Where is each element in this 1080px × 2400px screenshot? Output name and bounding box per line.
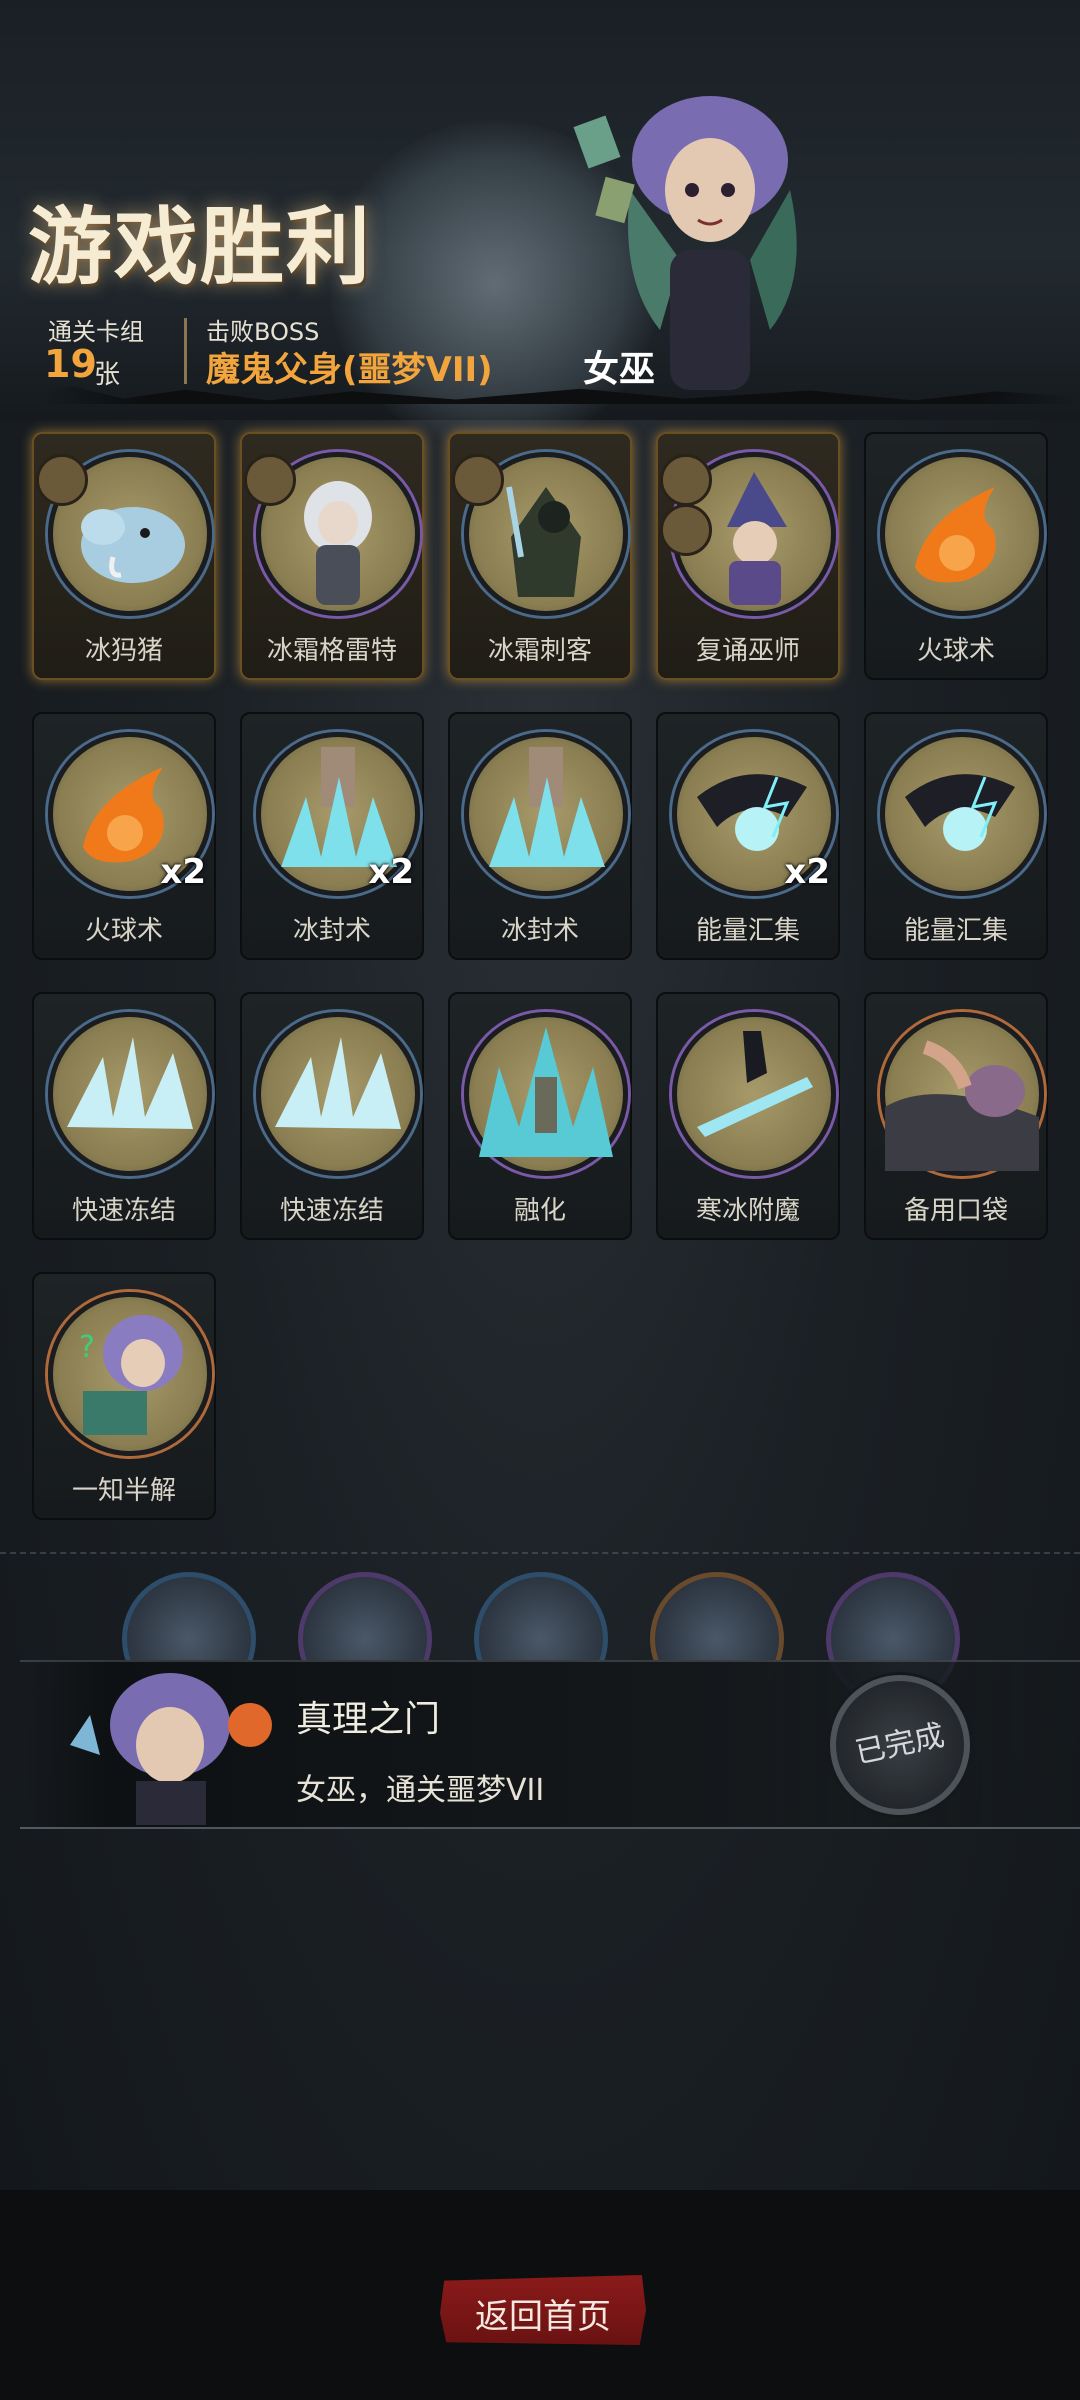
card-art-frame [880, 732, 1044, 896]
card-name: 能量汇集 [695, 916, 800, 946]
melt-icon [479, 1027, 613, 1157]
deck-card[interactable]: 快速冻结 [32, 992, 216, 1240]
rarity-gem-icon [36, 454, 88, 506]
deck-card[interactable]: 快速冻结 [240, 992, 424, 1240]
energy-gather-icon [905, 774, 1015, 851]
return-home-label: 返回首页 [475, 2297, 611, 2337]
deck-card[interactable]: 冰犸猪 [32, 432, 216, 680]
cards-unit: 张 [94, 360, 121, 390]
ice-enchant-icon [697, 1031, 813, 1137]
card-name: 寒冰附魔 [695, 1196, 800, 1226]
card-name: 备用口袋 [903, 1196, 1008, 1226]
deck-card[interactable]: 火球术 [864, 432, 1048, 680]
card-name: 一知半解 [71, 1476, 176, 1506]
card-name: 融化 [513, 1196, 566, 1226]
card-name: 快速冻结 [71, 1196, 176, 1226]
ice-seal-icon [489, 747, 605, 867]
card-art-frame [880, 1012, 1044, 1176]
deck-card[interactable]: 冰封术 [448, 712, 632, 960]
card-multiplier: x2 [160, 852, 206, 892]
witch-portrait-icon [70, 1673, 272, 1825]
card-name: 能量汇集 [903, 916, 1008, 946]
return-home-button[interactable]: 返回首页 [440, 2275, 646, 2345]
deck-card[interactable]: 寒冰附魔 [656, 992, 840, 1240]
rarity-gem-icon [452, 454, 504, 506]
completed-label: 已完成 [852, 1718, 948, 1771]
stats-divider [184, 318, 187, 384]
card-name: 冰犸猪 [84, 636, 163, 666]
section-divider [0, 1552, 1080, 1554]
card-multiplier: x2 [784, 852, 830, 892]
deck-card[interactable]: 能量汇集 [864, 712, 1048, 960]
rarity-gem-icon [660, 454, 712, 506]
card-name: 冰封术 [500, 916, 579, 946]
deck-card[interactable]: ? 一知半解 [32, 1272, 216, 1520]
card-name: 冰霜刺客 [487, 636, 592, 666]
quick-freeze-icon [275, 1037, 401, 1129]
deck-card[interactable]: 冰封术 x2 [240, 712, 424, 960]
card-name: 快速冻结 [279, 1196, 384, 1226]
deck-card[interactable]: 复诵巫师 [656, 432, 840, 680]
achievement-title: 真理之门 [296, 1699, 441, 1740]
card-art-frame [672, 1012, 836, 1176]
victory-banner: 游戏胜利 通关卡组 19 张 击败BOSS 魔鬼父身(噩梦VII) 女巫 [0, 0, 1080, 450]
cards-count: 19 [44, 342, 97, 386]
card-name: 冰封术 [292, 916, 371, 946]
achievement-description: 女巫，通关噩梦VII [296, 1773, 545, 1808]
quick-freeze-icon [67, 1037, 193, 1129]
deck-card[interactable]: 备用口袋 [864, 992, 1048, 1240]
svg-text:?: ? [79, 1330, 95, 1365]
page-title: 游戏胜利 [28, 198, 373, 296]
card-art-frame [880, 452, 1044, 616]
card-name: 冰霜格雷特 [266, 636, 397, 666]
card-name: 复诵巫师 [695, 636, 800, 666]
card-name: 火球术 [84, 916, 163, 946]
spare-pocket-icon [885, 1040, 1039, 1171]
deck-card[interactable]: 冰霜格雷特 [240, 432, 424, 680]
rarity-gem-icon [244, 454, 296, 506]
deck-card[interactable]: 能量汇集 x2 [656, 712, 840, 960]
card-art-frame [48, 1012, 212, 1176]
deck-card[interactable]: 冰霜刺客 [448, 432, 632, 680]
class-name: 女巫 [583, 349, 656, 390]
half-knowledge-icon: ? [79, 1315, 183, 1435]
card-art-frame [464, 732, 628, 896]
card-art-frame [256, 1012, 420, 1176]
boss-name: 魔鬼父身(噩梦VII) [206, 350, 493, 390]
card-art-frame [464, 1012, 628, 1176]
card-name: 火球术 [916, 636, 995, 666]
deck-card[interactable]: 融化 [448, 992, 632, 1240]
fireball-icon [915, 487, 996, 583]
card-art-frame: ? [48, 1292, 212, 1456]
deck-card[interactable]: 火球术 x2 [32, 712, 216, 960]
card-multiplier: x2 [368, 852, 414, 892]
recast-icon [660, 504, 712, 556]
